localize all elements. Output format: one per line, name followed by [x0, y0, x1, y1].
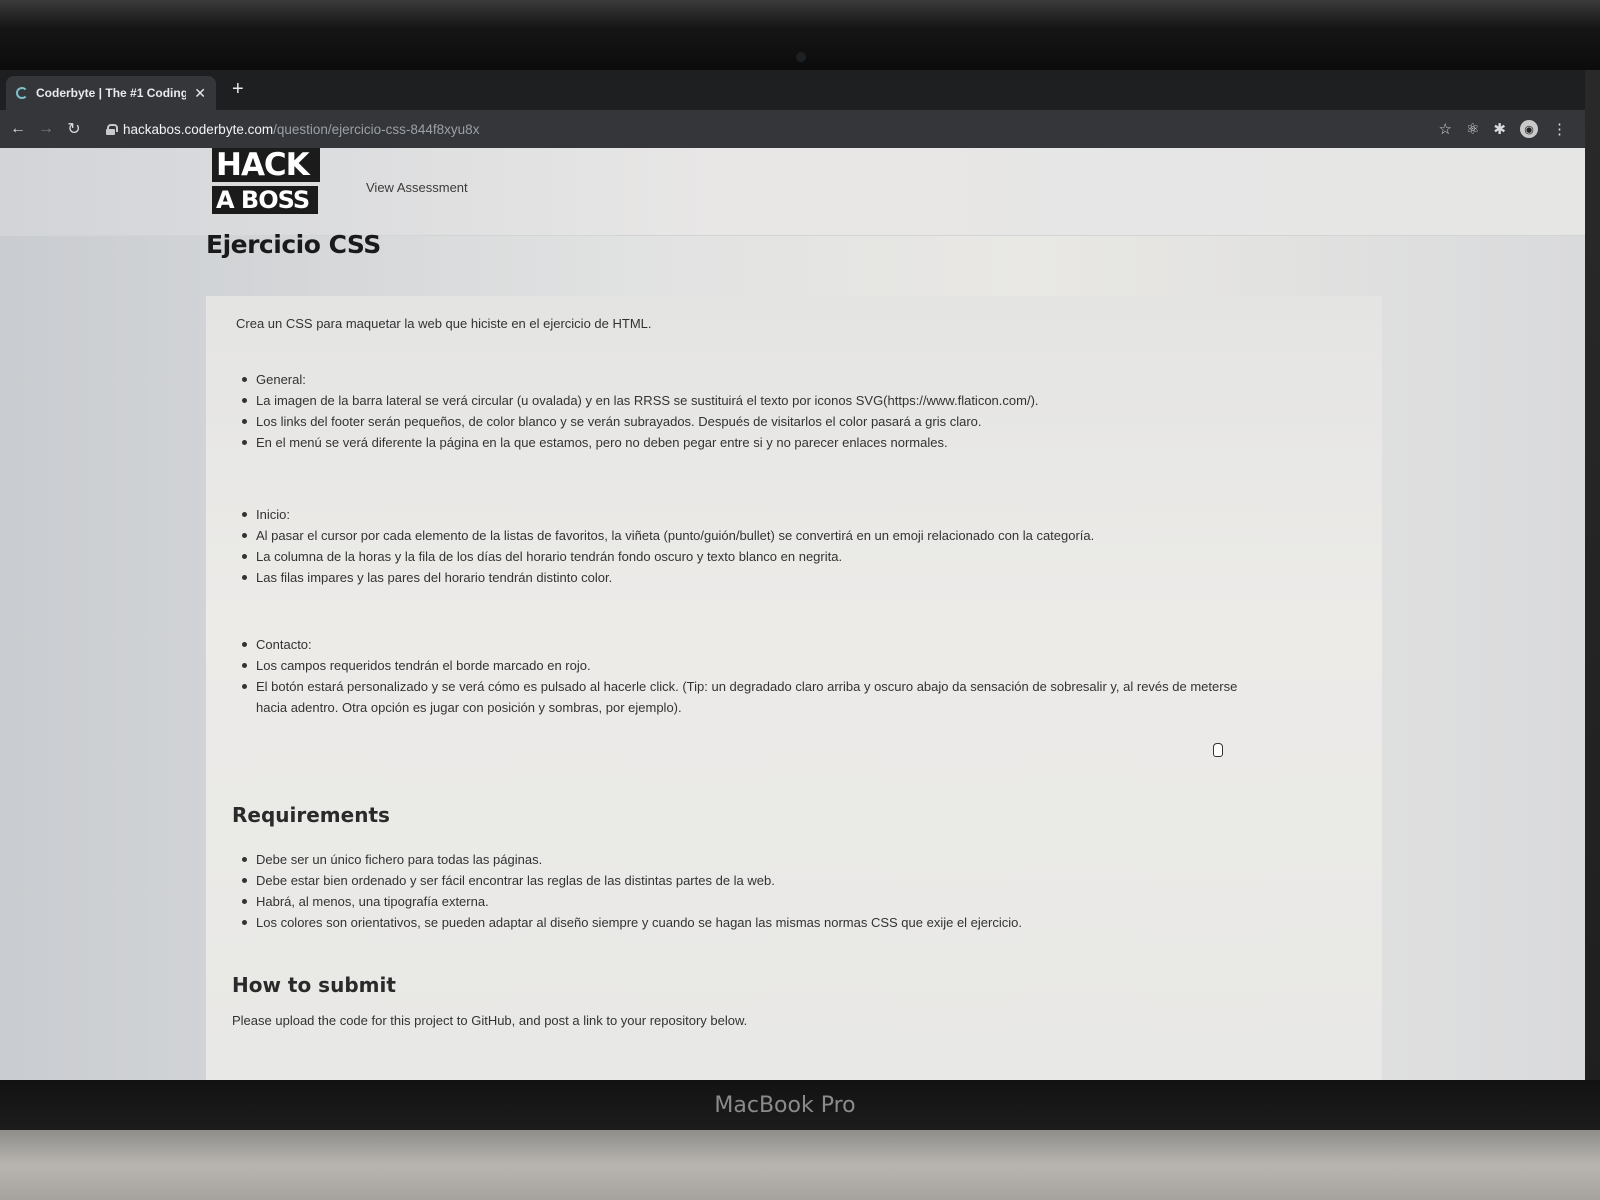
browser-toolbar: ← → ↻ hackabos.coderbyte.com/question/ej… [0, 110, 1585, 148]
list-item: Contacto: [240, 634, 1270, 655]
extension-react-icon[interactable]: ⚛ [1466, 120, 1479, 138]
list-item: La columna de la horas y la fila de los … [240, 546, 1094, 567]
laptop-base [0, 1130, 1600, 1200]
web-page: HACK A BOSS View Assessment Ejercicio CS… [0, 148, 1585, 1080]
coderbyte-favicon-icon [16, 87, 28, 99]
new-tab-button[interactable]: + [232, 78, 244, 101]
how-to-submit-heading: How to submit [232, 973, 396, 997]
address-bar[interactable]: hackabos.coderbyte.com/question/ejercici… [106, 122, 479, 137]
list-item: En el menú se verá diferente la página e… [240, 432, 1039, 453]
browser-tab[interactable]: Coderbyte | The #1 Coding Ass ✕ [6, 76, 216, 110]
list-item: Debe estar bien ordenado y ser fácil enc… [240, 870, 1022, 891]
page-title: Ejercicio CSS [206, 230, 381, 259]
hand-cursor-icon [1213, 743, 1223, 757]
list-item: Los links del footer serán pequeños, de … [240, 411, 1039, 432]
list-item: Habrá, al menos, una tipografía externa. [240, 891, 1022, 912]
list-item: Los colores son orientativos, se pueden … [240, 912, 1022, 933]
general-list: General: La imagen de la barra lateral s… [240, 369, 1039, 453]
laptop-bezel-top [0, 0, 1600, 70]
list-item: Al pasar el cursor por cada elemento de … [240, 525, 1094, 546]
list-item: Los campos requeridos tendrán el borde m… [240, 655, 1270, 676]
submit-instructions: Please upload the code for this project … [232, 1013, 748, 1028]
reload-icon[interactable]: ↻ [60, 119, 88, 139]
inicio-list: Inicio: Al pasar el cursor por cada elem… [240, 504, 1094, 588]
logo-line-1: HACK [212, 148, 320, 182]
view-assessment-link[interactable]: View Assessment [366, 180, 468, 195]
profile-avatar-icon[interactable]: ◉ [1520, 120, 1538, 138]
hack-a-boss-logo[interactable]: HACK A BOSS [212, 148, 320, 220]
device-label: MacBook Pro [714, 1092, 856, 1118]
question-card: Crea un CSS para maquetar la web que hic… [206, 296, 1382, 1080]
extensions-puzzle-icon[interactable]: ✱ [1493, 120, 1506, 138]
requirements-heading: Requirements [232, 803, 390, 827]
menu-kebab-icon[interactable]: ⋮ [1552, 120, 1567, 138]
contacto-list: Contacto: Los campos requeridos tendrán … [240, 634, 1270, 718]
intro-text: Crea un CSS para maquetar la web que hic… [236, 316, 652, 331]
list-item: General: [240, 369, 1039, 390]
tab-title: Coderbyte | The #1 Coding Ass [36, 86, 187, 100]
close-tab-icon[interactable]: ✕ [194, 85, 206, 102]
list-item: Debe ser un único fichero para todas las… [240, 849, 1022, 870]
laptop-screen: Coderbyte | The #1 Coding Ass ✕ + ← → ↻ … [0, 70, 1585, 1080]
list-item: La imagen de la barra lateral se verá ci… [240, 390, 1039, 411]
toolbar-actions: ☆ ⚛ ✱ ◉ ⋮ [1439, 110, 1567, 148]
list-item: Las filas impares y las pares del horari… [240, 567, 1094, 588]
forward-arrow-icon[interactable]: → [32, 120, 60, 138]
bookmark-star-icon[interactable]: ☆ [1439, 120, 1452, 138]
url-path: /question/ejercicio-css-844f8xyu8x [273, 121, 480, 137]
lock-icon [106, 123, 118, 135]
laptop-bezel-bottom: MacBook Pro [0, 1080, 1600, 1130]
webcam [796, 52, 806, 62]
logo-line-2: A BOSS [212, 186, 318, 214]
list-item: Inicio: [240, 504, 1094, 525]
url-host: hackabos.coderbyte.com [123, 121, 274, 137]
list-item: El botón estará personalizado y se verá … [240, 676, 1270, 718]
browser-tab-strip: Coderbyte | The #1 Coding Ass ✕ + [0, 70, 1585, 110]
site-header: HACK A BOSS View Assessment [0, 148, 1585, 236]
back-arrow-icon[interactable]: ← [4, 120, 32, 138]
requirements-list: Debe ser un único fichero para todas las… [240, 849, 1022, 933]
